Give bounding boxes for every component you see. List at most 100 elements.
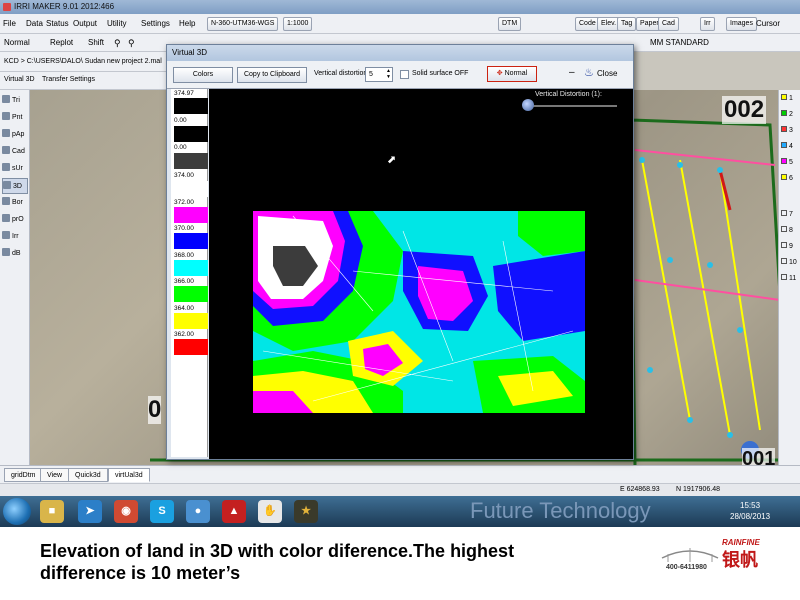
- zoom-icon[interactable]: ⚲: [114, 38, 121, 49]
- layer-1[interactable]: 1: [781, 92, 799, 106]
- cursor-label[interactable]: Cursor: [756, 19, 780, 28]
- standard-select[interactable]: MM STANDARD: [650, 38, 709, 47]
- move-icon: ✥: [496, 70, 503, 77]
- pro-icon: [2, 214, 10, 222]
- close-button[interactable]: Close: [597, 69, 617, 78]
- replot-tool[interactable]: Replot: [50, 38, 73, 47]
- hand-icon[interactable]: ✋: [258, 500, 282, 523]
- status-northing: N 1917906.48: [676, 486, 720, 493]
- copy-clipboard-button[interactable]: Copy to Clipboard: [237, 67, 307, 83]
- start-button[interactable]: [3, 498, 31, 525]
- virtual3d-viewport[interactable]: Vertical Distortion (1): ⬈: [209, 89, 633, 459]
- explorer-icon[interactable]: ■: [40, 500, 64, 523]
- logo-chinese: 银帆: [722, 550, 758, 570]
- normal-tool[interactable]: Normal: [4, 38, 30, 47]
- layer-4[interactable]: 4: [781, 140, 799, 154]
- menu-settings[interactable]: Settings: [141, 19, 170, 28]
- layer-7[interactable]: 7: [781, 208, 799, 222]
- tool-tri[interactable]: Tri: [2, 93, 28, 109]
- menu-data[interactable]: Data: [26, 19, 43, 28]
- search-icon[interactable]: ⚲: [128, 38, 135, 49]
- legend-label: 372.00: [174, 199, 194, 206]
- skype-icon[interactable]: S: [150, 500, 174, 523]
- tool-pnt[interactable]: Pnt: [2, 110, 28, 126]
- cad-button[interactable]: Cad: [658, 17, 679, 31]
- shift-tool[interactable]: Shift: [88, 38, 104, 47]
- layer-9[interactable]: 9: [781, 240, 799, 254]
- distortion-slider-knob[interactable]: [522, 99, 534, 111]
- tool-irr[interactable]: Irr: [2, 229, 28, 245]
- virtual3d-titlebar[interactable]: Virtual 3D: [167, 45, 633, 61]
- legend-swatch: [174, 286, 208, 302]
- map-label-002: 002: [722, 96, 767, 124]
- path-bar: KCD > C:\USERS\DALO\ Sudan new project 2…: [0, 52, 170, 72]
- legend-swatch: [174, 313, 208, 329]
- tool-pro[interactable]: prO: [2, 212, 28, 228]
- globe-icon[interactable]: ●: [186, 500, 210, 523]
- network-icon[interactable]: ➤: [78, 500, 102, 523]
- windows-taskbar: ■ ➤ ◉ S ● ▲ ✋ ★ Future Technology 15:53 …: [0, 496, 800, 527]
- tool-3d[interactable]: 3D: [2, 178, 28, 194]
- layer-3[interactable]: 3: [781, 124, 799, 138]
- vertical-distortion-input[interactable]: 5 ▲ ▼: [365, 67, 393, 82]
- legend-label: 362.00: [174, 331, 194, 338]
- menu-file[interactable]: File: [3, 19, 16, 28]
- solid-surface-label: Solid surface OFF: [412, 70, 469, 77]
- caption-line-2: difference is 10 meter’s: [40, 563, 241, 583]
- exit-icon: ♨: [584, 67, 594, 79]
- panel-tabs: Virtual 3D Transfer Settings: [0, 72, 170, 90]
- legend-swatch: [174, 339, 208, 355]
- layer-2[interactable]: 2: [781, 108, 799, 122]
- menu-status[interactable]: Status: [46, 19, 69, 28]
- tab-virtual-3d[interactable]: Virtual 3D: [4, 76, 35, 83]
- spinner-icon[interactable]: ▲ ▼: [386, 68, 391, 80]
- menu-help[interactable]: Help: [179, 19, 195, 28]
- layer-8[interactable]: 8: [781, 224, 799, 238]
- minimize-icon[interactable]: –: [569, 67, 575, 78]
- menu-utility[interactable]: Utility: [107, 19, 127, 28]
- left-toolbar: Tri Pnt pAp Cad sUr 3D Bor prO Irr dB: [0, 90, 30, 465]
- pap-icon: [2, 129, 10, 137]
- elevation-legend: 374.97 0.00 0.00 374.00 372.00 370.00 36…: [171, 89, 208, 457]
- app-icon: [3, 3, 11, 11]
- dtm-button[interactable]: DTM: [498, 17, 522, 31]
- distortion-slider-track[interactable]: [527, 105, 617, 107]
- tab-transfer-settings[interactable]: Transfer Settings: [42, 76, 95, 83]
- images-button[interactable]: Images: [726, 17, 757, 31]
- legend-label: 374.00: [174, 172, 194, 179]
- tab-griddtm[interactable]: gridDtm: [4, 468, 43, 482]
- legend-label: 368.00: [174, 252, 194, 259]
- tab-virtual3d[interactable]: virtUal3d: [108, 468, 150, 482]
- sur-icon: [2, 163, 10, 171]
- tool-db[interactable]: dB: [2, 246, 28, 262]
- caption-line-1: Elevation of land in 3D with color difer…: [40, 541, 515, 561]
- menu-output[interactable]: Output: [73, 19, 97, 28]
- pdf-icon[interactable]: ▲: [222, 500, 246, 523]
- legend-label: 0.00: [174, 144, 187, 151]
- layer-11[interactable]: 11: [781, 272, 799, 286]
- tool-sur[interactable]: sUr: [2, 161, 28, 177]
- irr-button[interactable]: Irr: [700, 17, 715, 31]
- tab-quick3d[interactable]: Quick3d: [68, 468, 108, 482]
- irr-icon: [2, 231, 10, 239]
- tool-pap[interactable]: pAp: [2, 127, 28, 143]
- layer-5[interactable]: 5: [781, 156, 799, 170]
- projection-select[interactable]: N-360-UTM36-WGS: [207, 17, 279, 31]
- layer-10[interactable]: 10: [781, 256, 799, 270]
- colors-button[interactable]: Colors: [173, 67, 233, 83]
- chrome-icon[interactable]: ◉: [114, 500, 138, 523]
- irrimaker-icon[interactable]: ★: [294, 500, 318, 523]
- tab-view[interactable]: View: [40, 468, 70, 482]
- solid-surface-checkbox[interactable]: [400, 70, 409, 79]
- tool-cad[interactable]: Cad: [2, 144, 28, 160]
- tool-bor[interactable]: Bor: [2, 195, 28, 211]
- scale-select[interactable]: 1:1000: [283, 17, 313, 31]
- cad-icon: [2, 146, 10, 154]
- slide-caption: Elevation of land in 3D with color difer…: [40, 540, 600, 584]
- normal-button[interactable]: ✥ Normal: [487, 66, 537, 82]
- logo-phone: 400-6411980: [666, 564, 707, 571]
- legend-swatch: [174, 207, 208, 223]
- tag-button[interactable]: Tag: [617, 17, 637, 31]
- legend-swatch: [174, 260, 208, 276]
- layer-6[interactable]: 6: [781, 172, 799, 186]
